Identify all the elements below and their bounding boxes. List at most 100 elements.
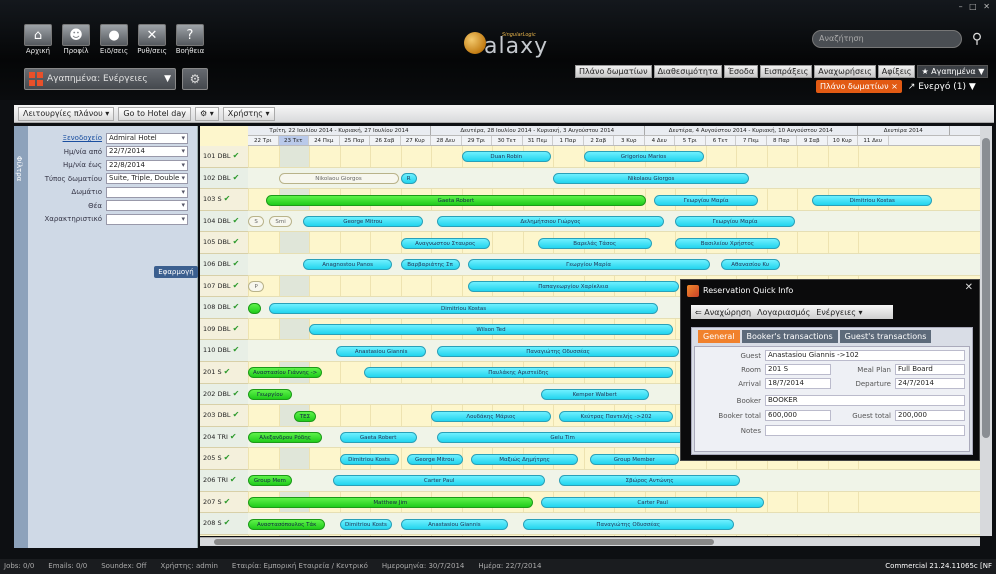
window-controls[interactable]: – □ ✕ (959, 2, 992, 11)
reservation-bar[interactable]: Dimitriou Kosts (339, 453, 399, 465)
reservation-bar[interactable]: Δελημήτσιου Γιώργος (437, 216, 664, 228)
booker-field[interactable]: BOOKER (765, 395, 965, 406)
room-field[interactable]: 201 S (765, 364, 831, 375)
guest-field[interactable]: Anastasiou Giannis ->102 (765, 350, 965, 361)
main-nav-tab-6[interactable]: ★ Αγαπημένα ▼ (917, 65, 989, 78)
reservation-bar[interactable]: Παναγιώτης Οδυσσέας (437, 345, 680, 357)
favorites-select[interactable]: Αγαπημένα: Ενέργειες ▼ (24, 68, 176, 90)
reservation-bar[interactable]: Anagnostou Panos (302, 259, 393, 271)
main-nav-tab-0[interactable]: Πλάνο δωματίων (575, 65, 652, 78)
room-label[interactable]: 203 DBL ✔ (200, 405, 248, 427)
room-label[interactable]: 202 DBL ✔ (200, 383, 248, 406)
profile-icon[interactable]: ☻ (62, 24, 90, 46)
room-label[interactable]: 107 DBL ✔ (200, 275, 248, 298)
notes-field[interactable] (765, 425, 965, 436)
reservation-bar[interactable]: Grigoriou Marios (583, 151, 704, 163)
reservation-bar[interactable]: George Mitrou (406, 453, 463, 465)
toolbar-button-1[interactable]: Go to Hotel day (118, 106, 191, 121)
popup-menu-item-1[interactable]: Λογαριασμός (757, 308, 810, 317)
room-label[interactable]: 201 S ✔ (200, 362, 248, 384)
grid-vertical-scrollbar[interactable] (980, 126, 992, 536)
reservation-bar[interactable]: Λουδάκης Μάριος (431, 410, 551, 422)
reservation-bar[interactable]: Dimitriou Kostas (269, 302, 658, 314)
grid-horizontal-scroll-thumb[interactable] (214, 539, 714, 545)
reservation-bar[interactable]: Wilson Ted (309, 324, 673, 336)
reservation-bar[interactable]: ΤΕΣ (293, 410, 317, 422)
popup-tab-1[interactable]: Booker's transactions (741, 330, 838, 343)
room-label[interactable]: 205 S ✔ (200, 448, 248, 470)
room-label[interactable]: 105 DBL ✔ (200, 232, 248, 254)
main-nav-tab-5[interactable]: Αφίξεις (877, 65, 916, 78)
reservation-bar[interactable]: Group Mem (248, 475, 292, 487)
reservation-bar[interactable]: Dimitriou Kosts (339, 518, 393, 530)
reservation-bar[interactable]: Gelu Tim (437, 432, 689, 444)
main-nav-tab-1[interactable]: Διαθεσιμότητα (653, 65, 722, 78)
reservation-bar[interactable]: Nikolaou Giorgos (553, 172, 750, 184)
popup-tab-2[interactable]: Guest's transactions (839, 330, 932, 343)
tab-plan-rooms-badge[interactable]: Πλάνο δωματίων × (816, 80, 902, 93)
reservation-bar[interactable]: George Mitrou (302, 216, 423, 228)
popup-tab-0[interactable]: General (698, 330, 740, 343)
reservation-bar[interactable]: Γεωργίου Μαρία (467, 259, 710, 271)
reservation-bar[interactable]: Παπαγεωργίου Χαρίκλεια (467, 280, 680, 292)
reservation-bar[interactable]: Γεωργίου Μαρία (675, 216, 795, 228)
filter-select-2[interactable]: 22/8/2014 (106, 159, 188, 171)
reservation-bar[interactable]: Gaeta Robert (266, 194, 646, 206)
help-icon[interactable]: ? (176, 24, 204, 46)
departure-field[interactable]: 24/7/2014 (895, 378, 965, 389)
reservation-bar[interactable]: Anastasiou Giannis (336, 345, 426, 357)
search-icon[interactable]: ⚲ (964, 26, 990, 52)
reservation-bar[interactable]: R (400, 172, 417, 184)
room-label[interactable]: 110 DBL ✔ (200, 340, 248, 362)
room-label[interactable]: 102 DBL ✔ (200, 167, 248, 190)
room-label[interactable]: 108 DBL ✔ (200, 297, 248, 319)
active-tabs-link[interactable]: ↗ Ενεργό (1) ▼ (908, 82, 976, 92)
filter-select-5[interactable] (106, 200, 188, 211)
reservation-bar[interactable]: Matthew Jim (248, 496, 533, 508)
reservation-bar[interactable]: Smi (269, 216, 292, 228)
filter-panel-toggle[interactable]: Φίλτρα (14, 126, 28, 548)
reservation-bar[interactable]: Γεωργίου Μαρία (653, 194, 759, 206)
main-nav-tab-2[interactable]: Έσοδα (724, 65, 759, 78)
reservation-bar[interactable]: Carter Paul (540, 496, 765, 508)
room-label[interactable]: 204 TRI ✔ (200, 426, 248, 449)
room-label[interactable]: 104 DBL ✔ (200, 210, 248, 233)
settings-icon[interactable]: ✕ (138, 24, 166, 46)
popup-menu-item-0[interactable]: ⇐ Αναχώρηση (695, 308, 751, 317)
reservation-bar[interactable]: Duan Robin (461, 151, 551, 163)
room-label[interactable]: 206 TRI ✔ (200, 470, 248, 492)
reservation-bar[interactable]: Αλεξανδρου Ρόδης (248, 432, 323, 444)
reservation-bar[interactable]: Anastasiou Giannis (400, 518, 509, 530)
grid-horizontal-scrollbar[interactable] (200, 537, 980, 546)
room-label[interactable]: 103 S ✔ (200, 189, 248, 211)
reservation-bar[interactable]: Γεωργίου (248, 388, 292, 400)
reservation-bar[interactable]: Gaeta Robert (339, 432, 417, 444)
reservation-bar[interactable]: Dimitriou Kostas (812, 194, 933, 206)
filter-select-3[interactable]: Suite, Triple, Double (106, 173, 188, 184)
popup-menu-item-2[interactable]: Ενέργειες ▾ (816, 308, 862, 317)
grid-vertical-scroll-thumb[interactable] (982, 138, 990, 438)
apply-filter-button[interactable]: Εφαρμογή (154, 266, 198, 278)
reservation-bar[interactable]: Παυλάκης Αριστείδης (363, 367, 673, 379)
gear-icon[interactable]: ⚙ (182, 68, 208, 90)
filter-select-6[interactable] (106, 213, 188, 225)
reservation-bar[interactable]: Carter Paul (333, 475, 545, 487)
meal-plan-select[interactable]: Full Board (895, 364, 965, 375)
home-icon[interactable]: ⌂ (24, 24, 52, 46)
reservation-bar[interactable]: Group Member (589, 453, 680, 465)
reservation-bar[interactable]: S (248, 216, 265, 228)
main-nav-tab-3[interactable]: Εισπράξεις (760, 65, 813, 78)
arrival-field[interactable]: 18/7/2014 (765, 378, 831, 389)
reservation-bar[interactable] (248, 302, 262, 314)
filter-select-0[interactable]: Admiral Hotel (106, 132, 188, 144)
reservation-bar[interactable]: Βαρελάς Τάσος (537, 237, 652, 249)
reservation-bar[interactable]: Μαξιώς Δημήτρης (470, 453, 579, 465)
room-label[interactable]: 106 DBL ✔ (200, 254, 248, 276)
reservation-bar[interactable]: Αναστασόπουλος Τάκ (248, 518, 326, 530)
filter-select-1[interactable]: 22/7/2014 (106, 146, 188, 157)
room-label[interactable]: 208 S ✔ (200, 513, 248, 535)
notifications-icon[interactable]: ● (100, 24, 128, 46)
reservation-bar[interactable]: Παναγιώτης Οδυσσέας (522, 518, 734, 530)
toolbar-button-3[interactable]: Χρήστης ▾ (222, 106, 275, 121)
reservation-bar[interactable]: P (248, 280, 265, 292)
